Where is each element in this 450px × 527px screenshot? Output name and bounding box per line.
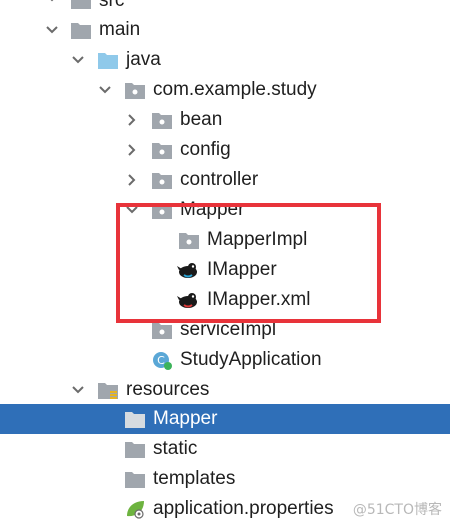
package-folder-icon <box>152 173 172 189</box>
package-folder-icon <box>152 203 172 219</box>
tree-item-label: IMapper <box>207 259 277 280</box>
project-tree: src main java com.example.study bean con… <box>0 0 450 527</box>
tree-item-label: main <box>99 19 141 40</box>
tree-item-label: MapperImpl <box>207 229 308 250</box>
package-folder-icon <box>152 143 172 159</box>
mybatis-bird-icon <box>177 263 197 278</box>
tree-item-label: templates <box>153 468 236 489</box>
tree-item-label: IMapper.xml <box>207 289 311 310</box>
chevron-right-icon[interactable] <box>124 112 140 128</box>
tree-item-label: static <box>153 438 198 459</box>
folder-icon <box>125 412 145 428</box>
chevron-down-icon[interactable] <box>44 22 60 38</box>
source-folder-icon <box>98 53 118 69</box>
tree-item-label: resources <box>126 379 210 400</box>
folder-icon <box>125 442 145 458</box>
tree-item-label: StudyApplication <box>180 349 322 370</box>
tree-row-mapper-package[interactable]: Mapper <box>0 195 450 225</box>
tree-row-resources[interactable]: resources <box>0 375 450 405</box>
folder-icon <box>71 0 91 9</box>
chevron-down-icon[interactable] <box>97 82 113 98</box>
folder-icon <box>71 23 91 39</box>
tree-row-templates[interactable]: templates <box>0 464 450 494</box>
chevron-down-icon[interactable] <box>44 0 60 6</box>
tree-row-mapper-resources[interactable]: Mapper <box>0 404 450 434</box>
chevron-right-icon[interactable] <box>124 142 140 158</box>
tree-item-label: bean <box>180 109 223 130</box>
tree-item-label: Mapper <box>153 408 218 429</box>
chevron-down-icon[interactable] <box>70 382 86 398</box>
package-folder-icon <box>179 233 199 249</box>
tree-row-mapperimpl[interactable]: MapperImpl <box>0 225 450 255</box>
tree-row-imapper[interactable]: IMapper <box>0 255 450 285</box>
chevron-down-icon[interactable] <box>70 52 86 68</box>
tree-row-controller[interactable]: controller <box>0 165 450 195</box>
tree-row-studyapplication[interactable]: C StudyApplication <box>0 345 450 375</box>
watermark: @51CTO博客 <box>352 502 442 518</box>
tree-item-label: Mapper <box>180 199 245 220</box>
tree-item-label: serviceImpl <box>180 319 277 340</box>
tree-row-config[interactable]: config <box>0 135 450 165</box>
tree-row-bean[interactable]: bean <box>0 105 450 135</box>
resources-folder-icon <box>98 383 118 399</box>
package-folder-icon <box>125 83 145 99</box>
mybatis-bird-icon <box>177 293 197 308</box>
tree-item-label: com.example.study <box>153 79 317 100</box>
tree-item-label: controller <box>180 169 259 190</box>
chevron-right-icon[interactable] <box>124 172 140 188</box>
spring-class-icon: C <box>153 352 172 370</box>
chevron-down-icon[interactable] <box>124 202 140 218</box>
svg-text:C: C <box>157 354 165 367</box>
tree-row-static[interactable]: static <box>0 434 450 464</box>
tree-item-label: config <box>180 139 231 160</box>
folder-icon <box>125 472 145 488</box>
spring-leaf-icon <box>127 501 144 519</box>
tree-item-label: java <box>126 49 161 70</box>
tree-row-serviceimpl[interactable]: serviceImpl <box>0 315 450 345</box>
tree-row-package[interactable]: com.example.study <box>0 75 450 105</box>
package-folder-icon <box>152 323 172 339</box>
tree-row-main[interactable]: main <box>0 15 450 45</box>
tree-row-java[interactable]: java <box>0 45 450 75</box>
tree-item-label: src <box>99 0 125 11</box>
package-folder-icon <box>152 113 172 129</box>
tree-row-imapper-xml[interactable]: IMapper.xml <box>0 285 450 315</box>
tree-item-label: application.properties <box>153 498 334 519</box>
